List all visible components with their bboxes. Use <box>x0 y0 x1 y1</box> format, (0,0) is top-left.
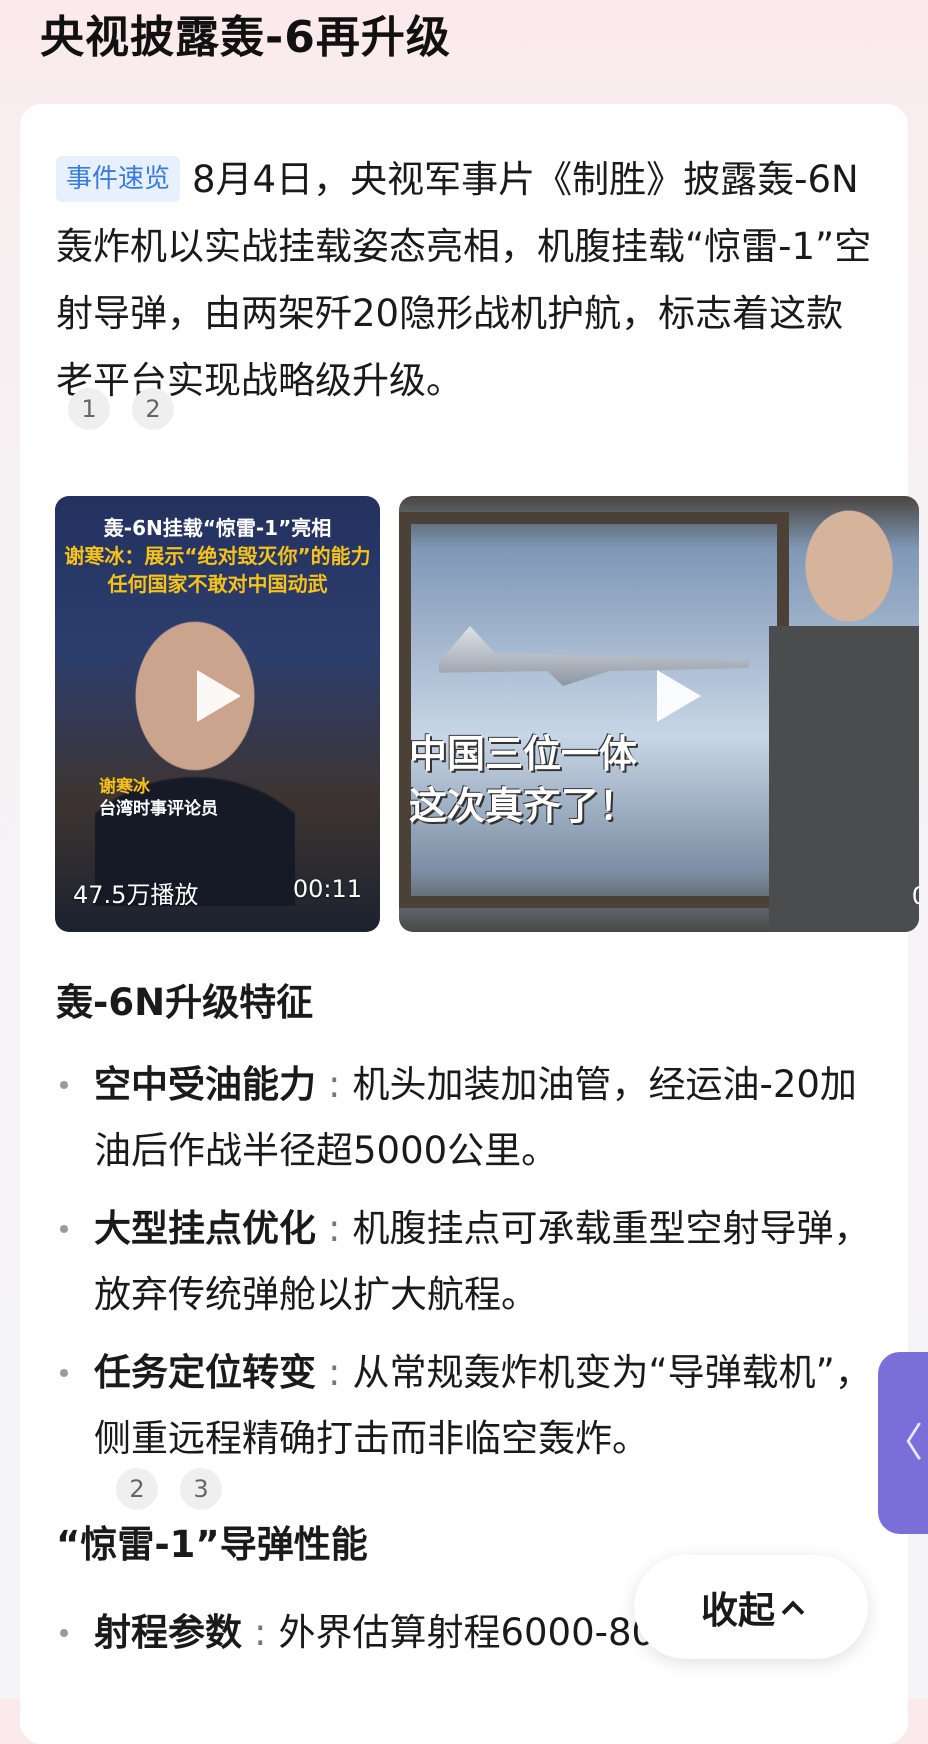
video-2-thumbnail-person <box>769 496 919 932</box>
feature-label: 任务定位转变 <box>94 1351 316 1394</box>
nameplate-name: 谢寒冰 <box>99 777 150 797</box>
list-item: 空中受油能力: 机头加装加油管，经运油-20加油后作战半径超5000公里。 <box>56 1052 886 1184</box>
video-card-2[interactable]: 中国三位一体 这次真齐了！ 0 <box>399 496 919 932</box>
list-item: 大型挂点优化: 机腹挂点可承载重型空射导弹，放弃传统弹舱以扩大航程。 <box>56 1196 886 1328</box>
reference-badge[interactable]: 1 <box>68 388 110 430</box>
feature-label: 空中受油能力 <box>94 1063 316 1106</box>
video-2-caption-line: 中国三位一体 <box>409 732 638 776</box>
video-play-count: 47.5万播放 <box>73 881 199 909</box>
collapse-label: 收起 <box>701 1589 775 1632</box>
page-title: 央视披露轰-6再升级 <box>40 12 451 63</box>
video-1-headline-line: 任何国家不敢对中国动武 <box>107 572 328 596</box>
side-panel-tab[interactable]: 〈 <box>878 1352 928 1534</box>
video-1-headline-line: 轰-6N挂载“惊雷-1”亮相 <box>103 516 332 540</box>
reference-badge[interactable]: 2 <box>132 388 174 430</box>
event-summary-tag: 事件速览 <box>56 156 181 202</box>
video-1-nameplate: 谢寒冰 台湾时事评论员 <box>99 776 218 820</box>
play-icon[interactable] <box>197 670 241 722</box>
features-list: 空中受油能力: 机头加装加油管，经运油-20加油后作战半径超5000公里。 大型挂… <box>56 1052 886 1484</box>
reference-badge[interactable]: 3 <box>180 1468 222 1510</box>
video-2-caption-line: 这次真齐了！ <box>409 784 638 828</box>
feature-label: 射程参数 <box>94 1611 242 1654</box>
video-2-caption: 中国三位一体 这次真齐了！ <box>409 728 637 832</box>
reference-badge[interactable]: 2 <box>116 1468 158 1510</box>
event-summary: 事件速览 8月4日，央视军事片《制胜》披露轰-6N轰炸机以实战挂载姿态亮相，机腹挂… <box>56 146 876 414</box>
missile-section-title: “惊雷-1”导弹性能 <box>56 1523 368 1566</box>
list-item: 任务定位转变: 从常规轰炸机变为“导弹载机”，侧重远程精确打击而非临空轰炸。 <box>56 1340 886 1472</box>
chevron-up-icon <box>781 1600 805 1624</box>
video-1-stats: 47.5万播放 00:11 <box>73 875 362 910</box>
chevron-left-icon: 〈 <box>883 1420 923 1466</box>
video-play-count: 0 <box>912 882 919 910</box>
video-2-screen-frame <box>399 512 789 908</box>
video-card-1[interactable]: 轰-6N挂载“惊雷-1”亮相 谢寒冰：展示“绝对毁灭你”的能力 任何国家不敢对中… <box>55 496 380 932</box>
collapse-button[interactable]: 收起 <box>634 1555 868 1659</box>
video-1-headline-line: 谢寒冰：展示“绝对毁灭你”的能力 <box>64 544 371 568</box>
play-icon[interactable] <box>657 670 701 722</box>
nameplate-role: 台湾时事评论员 <box>99 799 218 819</box>
feature-label: 大型挂点优化 <box>94 1207 316 1250</box>
video-duration: 00:11 <box>292 875 362 903</box>
summary-references: 1 2 <box>68 388 174 430</box>
features-section-title: 轰-6N升级特征 <box>56 981 314 1024</box>
features-references: 2 3 <box>116 1468 222 1510</box>
answer-card: 事件速览 8月4日，央视军事片《制胜》披露轰-6N轰炸机以实战挂载姿态亮相，机腹挂… <box>20 104 919 1744</box>
video-1-thumbnail-person <box>95 606 295 906</box>
video-1-headline: 轰-6N挂载“惊雷-1”亮相 谢寒冰：展示“绝对毁灭你”的能力 任何国家不敢对中… <box>55 514 380 598</box>
